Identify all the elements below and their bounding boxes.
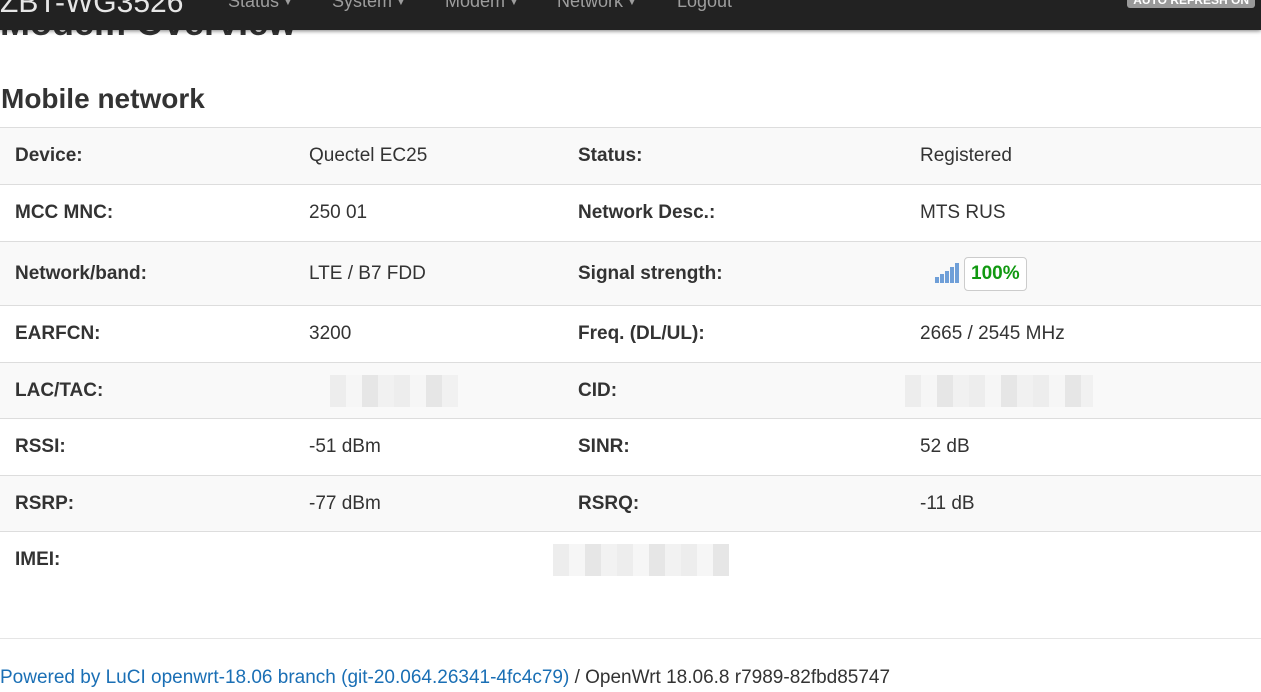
signal-strength-badge: 100% [964,256,1027,291]
row-key: CID: [578,379,618,401]
table-row: MCC MNC: 250 01 Network Desc.: MTS RUS [0,184,1261,242]
luci-version-link[interactable]: Powered by LuCI openwrt-18.06 branch (gi… [0,667,569,688]
signal-cell: 100% [905,242,1261,306]
row-value: MTS RUS [920,202,1006,223]
nav-network-label: Network [557,0,624,11]
nav-modem-label: Modem [445,0,506,11]
table-row: RSRP: -77 dBm RSRQ: -11 dB [0,475,1261,532]
redaction-block [330,374,458,407]
row-value [294,532,563,589]
chevron-down-icon: ▼ [627,0,637,8]
chevron-down-icon: ▼ [396,0,406,8]
table-row: RSSI: -51 dBm SINR: 52 dB [0,418,1261,476]
nav-logout[interactable]: Logout [677,0,732,12]
top-navbar: ZBT-WG3526 Status ▼ System ▼ Modem ▼ Networ… [0,0,1261,30]
brand-logo[interactable]: ZBT-WG3526 [0,0,183,20]
row-key: EARFCN: [15,323,101,344]
row-value: 3200 [309,323,352,344]
nav-logout-label: Logout [677,0,733,11]
redaction-block [905,374,1093,407]
footer: Powered by LuCI openwrt-18.06 branch (gi… [0,667,890,689]
openwrt-version: OpenWrt 18.06.8 r7989-82fbd85747 [585,667,891,688]
nav-status-label: Status [228,0,280,11]
nav-system[interactable]: System ▼ [332,0,406,12]
table-row: LAC/TAC: CID: [0,362,1261,419]
table-row: Device: Quectel EC25 Status: Registered [0,127,1261,185]
row-key: SINR: [578,436,630,457]
row-key: RSRQ: [578,492,640,514]
row-key: Network Desc.: [578,202,716,223]
row-key: Status: [578,145,643,166]
row-value: -51 dBm [309,436,381,457]
redaction-block [553,544,729,577]
row-key: IMEI: [15,549,61,571]
row-key: Device: [15,145,83,166]
chevron-down-icon: ▼ [283,0,293,8]
table-row: Network/band: LTE / B7 FDD Signal streng… [0,241,1261,306]
row-value: Quectel EC25 [309,145,428,166]
nav-network[interactable]: Network ▼ [557,0,637,12]
row-key: LAC/TAC: [15,379,104,401]
signal-indicator: 100% [935,256,1027,291]
auto-refresh-toggle[interactable]: AUTO REFRESH ON [1127,0,1255,8]
mobile-network-table: Device: Quectel EC25 Status: Registered … [0,127,1261,589]
table-row: EARFCN: 3200 Freq. (DL/UL): 2665 / 2545 … [0,305,1261,363]
footer-separator: / [569,667,586,688]
redacted-value [553,532,905,589]
row-key: Freq. (DL/UL): [578,323,705,344]
redacted-value [905,363,1261,419]
table-row: IMEI: [0,531,1261,589]
row-key: RSRP: [15,492,75,514]
row-value [905,532,1261,589]
row-key: Network/band: [15,262,147,284]
row-value: Registered [920,145,1012,166]
row-value: 250 01 [309,202,368,223]
row-value: -11 dB [920,492,975,514]
nav-modem[interactable]: Modem ▼ [445,0,519,12]
row-key: RSSI: [15,436,66,457]
signal-bars-icon [935,262,959,283]
chevron-down-icon: ▼ [509,0,519,8]
nav-system-label: System [332,0,393,11]
row-key: MCC MNC: [15,202,114,223]
row-key: Signal strength: [578,262,723,284]
row-value: 2665 / 2545 MHz [920,323,1065,344]
row-value: LTE / B7 FDD [309,262,426,284]
nav-status[interactable]: Status ▼ [228,0,293,12]
redacted-value [294,363,563,419]
footer-divider [0,638,1261,639]
row-value: 52 dB [920,436,970,457]
row-value: -77 dBm [309,492,381,514]
section-title: Mobile network [1,83,205,114]
